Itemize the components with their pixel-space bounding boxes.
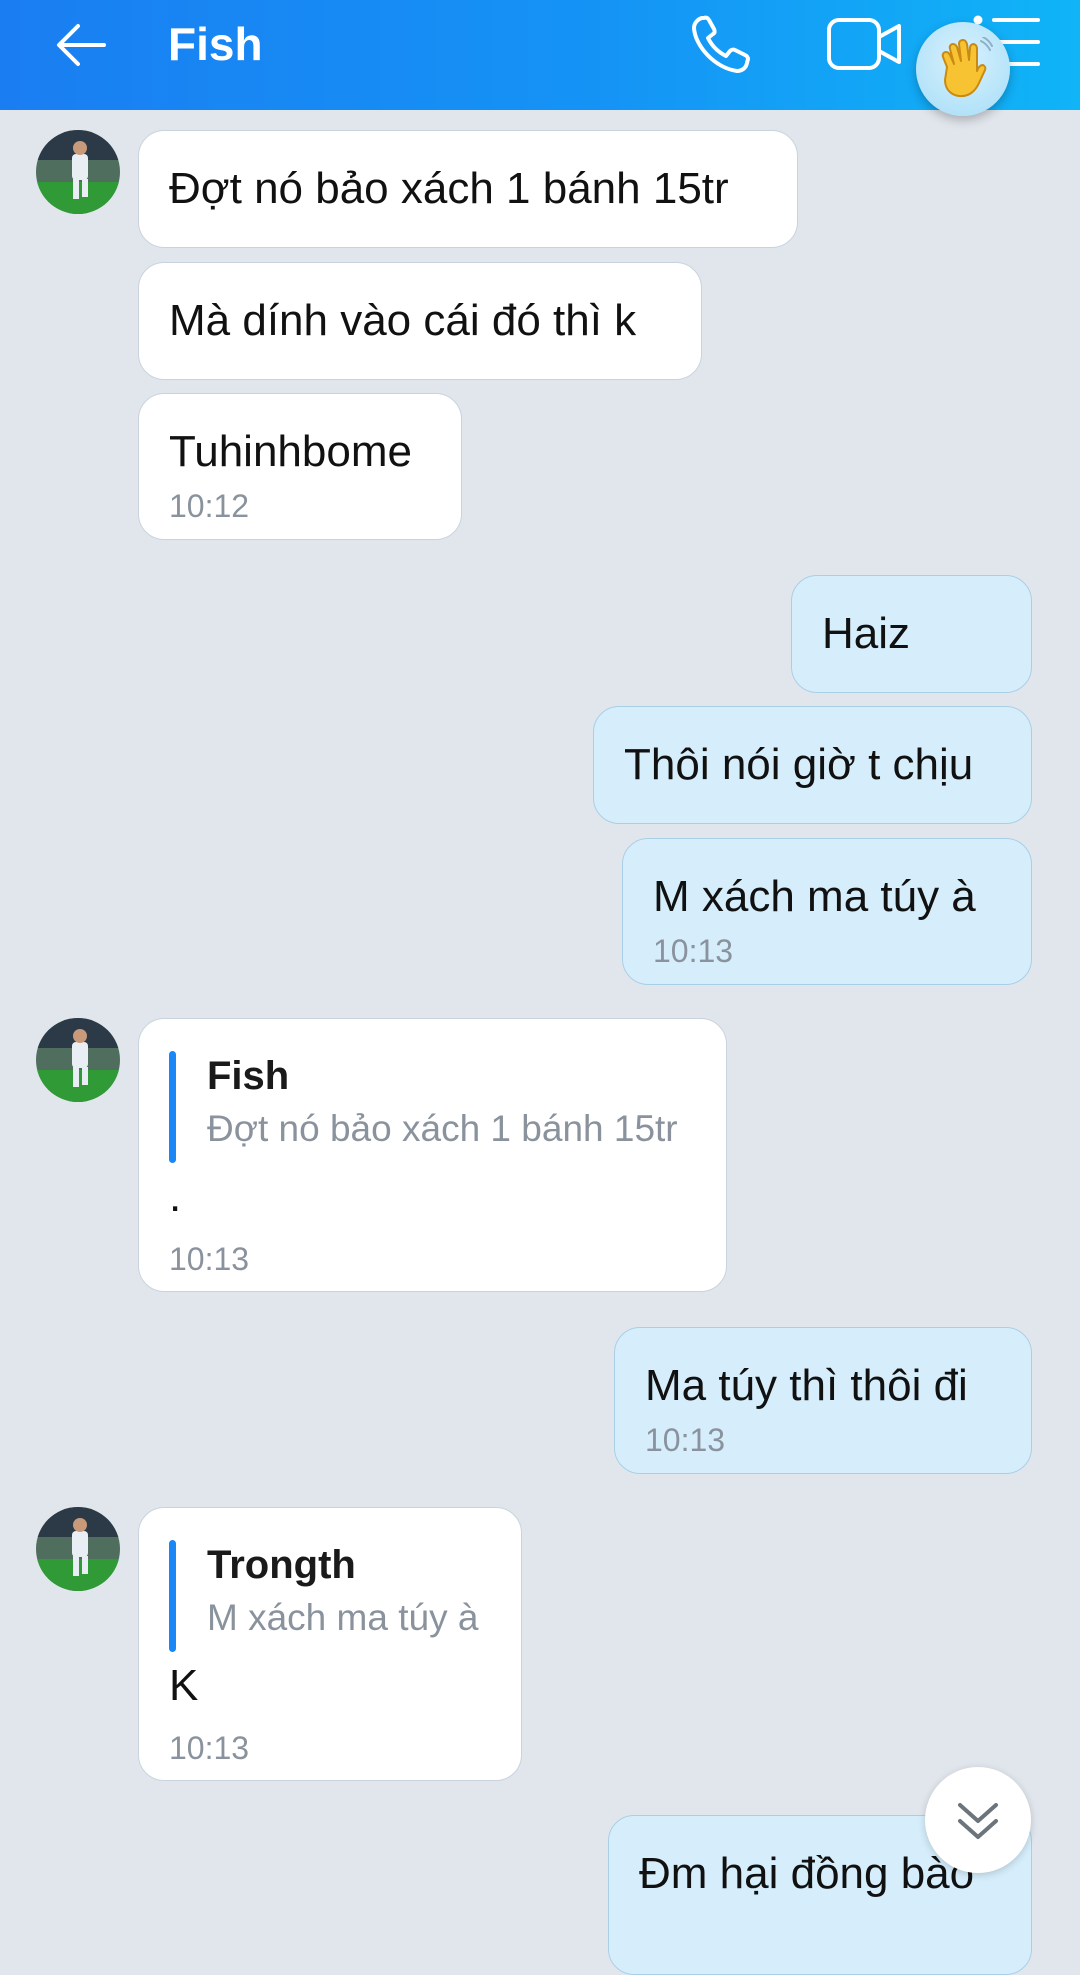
contact-avatar[interactable] <box>36 1018 120 1102</box>
message-text: Đợt nó bảo xách 1 bánh 15tr <box>169 164 729 213</box>
reply-message-bubble[interactable]: Trongth M xách ma túy à K 10:13 <box>138 1507 522 1781</box>
chat-title[interactable]: Fish <box>168 14 263 74</box>
quote-sender: Fish <box>207 1054 290 1098</box>
message-text: Thôi nói giờ t chịu <box>624 740 974 789</box>
waving-hand-icon <box>941 37 993 98</box>
message-bubble[interactable]: M xách ma túy à 10:13 <box>622 838 1032 985</box>
message-text: Mà dính vào cái đó thì k <box>169 296 637 345</box>
quote-text: Đợt nó bảo xách 1 bánh 15tr <box>207 1108 678 1149</box>
message-time: 10:12 <box>169 488 250 524</box>
message-bubble[interactable]: Thôi nói giờ t chịu <box>593 706 1032 824</box>
message-bubble[interactable]: Tuhinhbome 10:12 <box>138 393 462 540</box>
message-text: M xách ma túy à <box>653 872 976 921</box>
message-time: 10:13 <box>169 1241 250 1277</box>
contact-avatar[interactable] <box>36 1507 120 1591</box>
message-text: Đm hại đồng bào <box>639 1849 975 1898</box>
quote-bar <box>169 1540 176 1652</box>
quote-bar <box>169 1051 176 1163</box>
message-text: Tuhinhbome <box>169 427 412 476</box>
quote-sender: Trongth <box>207 1543 356 1587</box>
phone-icon[interactable] <box>685 8 757 80</box>
video-call-icon[interactable] <box>825 10 905 80</box>
message-text: . <box>169 1172 182 1221</box>
message-time: 10:13 <box>645 1422 726 1458</box>
back-arrow-icon[interactable] <box>48 10 118 80</box>
message-time: 10:13 <box>169 1730 250 1766</box>
quote-text: M xách ma túy à <box>207 1597 479 1638</box>
message-bubble[interactable]: Ma túy thì thôi đi 10:13 <box>614 1327 1032 1474</box>
message-text: K <box>169 1661 199 1710</box>
reply-message-bubble[interactable]: Fish Đợt nó bảo xách 1 bánh 15tr . 10:13 <box>138 1018 727 1292</box>
scroll-to-bottom-button[interactable] <box>925 1767 1031 1873</box>
message-text: Haiz <box>822 609 911 658</box>
message-bubble[interactable]: Haiz <box>791 575 1032 693</box>
message-time: 10:13 <box>653 933 734 969</box>
double-chevron-down-icon <box>958 1803 998 1839</box>
contact-avatar[interactable] <box>36 130 120 214</box>
message-bubble[interactable]: Mà dính vào cái đó thì k <box>138 262 702 380</box>
waving-hand-button[interactable] <box>916 22 1010 116</box>
message-text: Ma túy thì thôi đi <box>645 1361 968 1410</box>
message-bubble[interactable]: Đợt nó bảo xách 1 bánh 15tr <box>138 130 798 248</box>
